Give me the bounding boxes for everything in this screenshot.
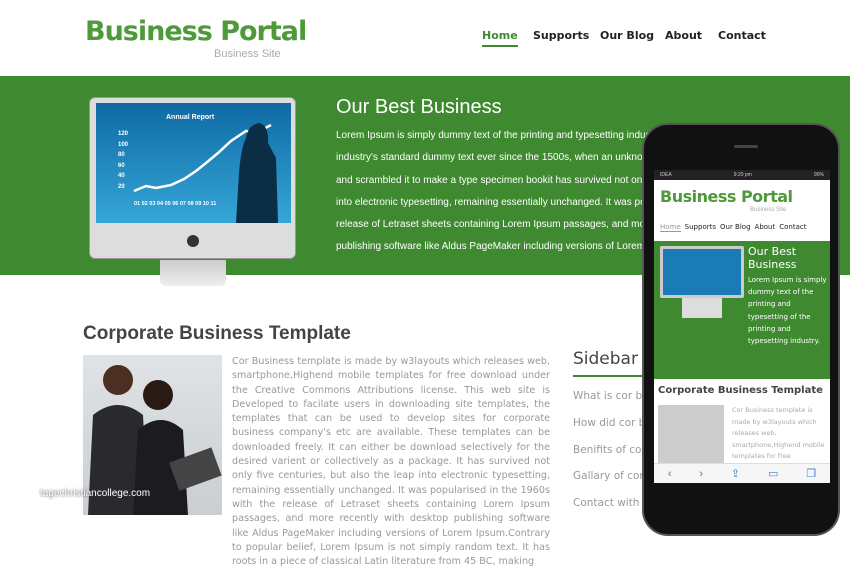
phone-nav-contact[interactable]: Contact — [779, 223, 806, 232]
nav-contact[interactable]: Contact — [718, 29, 766, 42]
monitor-illustration: Annual Report 120 100 80 60 40 20 01 02 03 04… — [89, 97, 296, 286]
phone-tagline: Business Site — [750, 207, 787, 213]
phone-toolbar: ‹ › ⇪ ▭ ❐ — [654, 463, 830, 483]
bookmarks-icon[interactable]: ▭ — [768, 467, 778, 480]
phone-status-bar: IDEA 9:20 pm 90% — [654, 170, 830, 180]
sidebar-link[interactable]: Gallary of cor — [573, 470, 644, 482]
hero-text: Lorem Ipsum is simply dummy text of the … — [336, 130, 656, 253]
phone-logo: Business Portal — [660, 187, 793, 206]
phone-section-text: Cor Business template is made by w3layou… — [732, 406, 825, 460]
phone-hero-text: Lorem Ipsum is simply dummy text of the … — [748, 276, 827, 346]
sidebar-link[interactable]: Contact with d — [573, 497, 649, 509]
phone-hero-title: Our Best Business — [748, 245, 797, 271]
tagline: Business Site — [214, 48, 281, 60]
share-icon[interactable]: ⇪ — [731, 467, 740, 480]
nav-home[interactable]: Home — [482, 29, 518, 47]
phone-nav-home[interactable]: Home — [660, 223, 681, 232]
section-title: Corporate Business Template — [83, 323, 351, 344]
section-paragraph: Cor Business template is made by w3layou… — [232, 356, 550, 568]
sidebar-link[interactable]: Benifits of cor — [573, 444, 646, 456]
phone-nav-supports[interactable]: Supports — [685, 223, 716, 232]
nav-supports[interactable]: Supports — [533, 29, 589, 42]
phone-screen: IDEA 9:20 pm 90% Business Portal Business … — [654, 170, 830, 483]
phone-photo — [658, 405, 724, 463]
logo[interactable]: Business Portal — [85, 16, 307, 47]
apple-logo-icon — [187, 235, 199, 247]
forward-icon[interactable]: › — [699, 468, 703, 480]
sidebar-link[interactable]: What is cor bu — [573, 390, 649, 402]
nav-our-blog[interactable]: Our Blog — [600, 29, 654, 42]
phone-nav: Home Supports Our Blog About Contact — [660, 223, 806, 232]
phone-nav-about[interactable]: About — [755, 223, 776, 232]
tabs-icon[interactable]: ❐ — [806, 467, 816, 480]
sidebar-link[interactable]: How did cor be — [573, 417, 652, 429]
back-icon[interactable]: ‹ — [668, 468, 672, 480]
phone-hero: Our Best Business Lorem Ipsum is simply … — [654, 241, 830, 379]
chart-line — [133, 123, 278, 223]
sidebar-divider — [573, 375, 653, 377]
hero-title: Our Best Business — [336, 96, 502, 118]
phone-section-title: Corporate Business Template — [658, 385, 823, 396]
phone-nav-our-blog[interactable]: Our Blog — [720, 223, 751, 232]
watermark: tagechristiancollege.com — [40, 488, 151, 499]
nav-about[interactable]: About — [665, 29, 702, 42]
